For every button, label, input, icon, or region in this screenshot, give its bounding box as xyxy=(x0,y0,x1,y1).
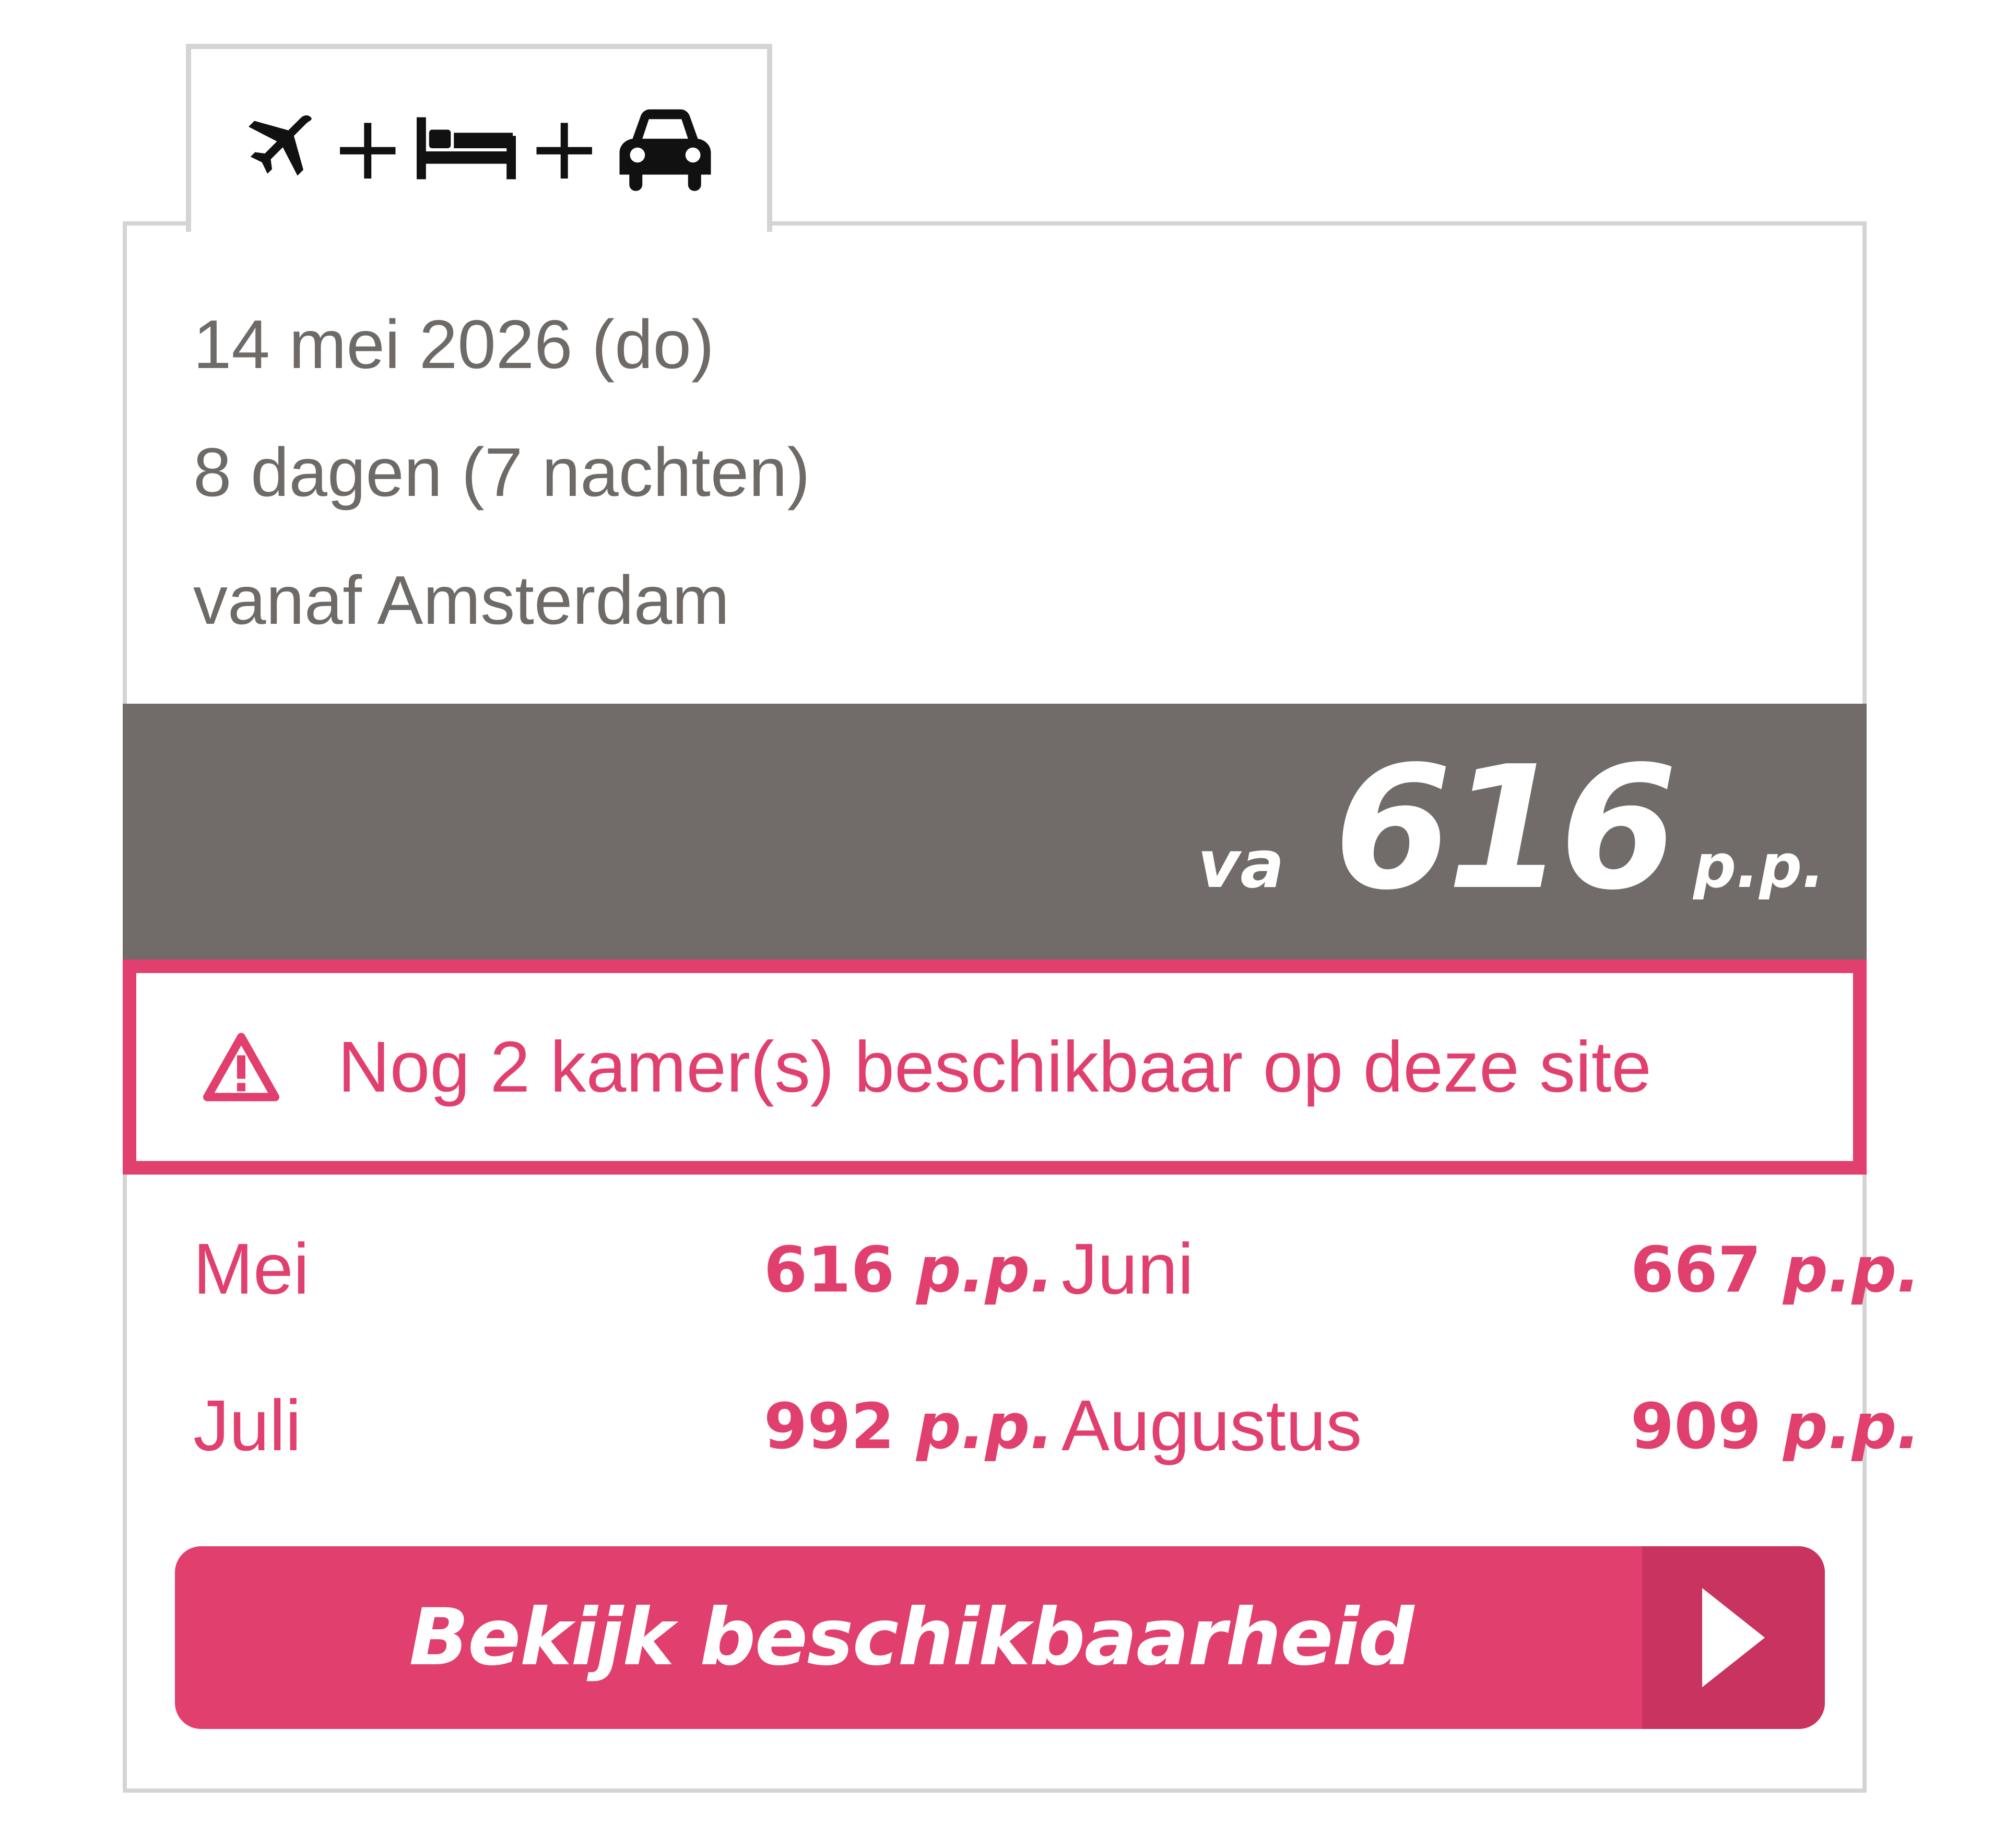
month-price-juli[interactable]: 992 p.p. xyxy=(649,1391,1054,1463)
price-value: 616 xyxy=(763,1234,895,1307)
bed-icon xyxy=(416,117,516,180)
offer-card: 14 mei 2026 (do) 8 dagen (7 nachten) van… xyxy=(123,221,1920,1793)
price: va 616 p.p. xyxy=(1198,729,1825,927)
trip-departure: vanaf Amsterdam xyxy=(193,562,730,638)
check-availability-button[interactable]: Bekijk beschikbaarheid xyxy=(175,1546,1825,1729)
button-arrow-area[interactable] xyxy=(1642,1546,1825,1729)
car-icon xyxy=(613,105,717,192)
price-value: 667 xyxy=(1630,1234,1762,1307)
price-value: 909 xyxy=(1630,1391,1762,1463)
price-bar: va 616 p.p. xyxy=(123,704,1867,959)
trip-info: 14 mei 2026 (do) 8 dagen (7 nachten) van… xyxy=(193,280,810,664)
plus-separator: + xyxy=(527,97,602,200)
month-name-juli[interactable]: Juli xyxy=(193,1384,301,1467)
month-price-juni[interactable]: 667 p.p. xyxy=(1516,1234,1920,1307)
price-suffix: p.p. xyxy=(1783,1391,1920,1463)
month-price-augustus[interactable]: 909 p.p. xyxy=(1516,1391,1920,1463)
price-value: 992 xyxy=(763,1391,895,1463)
alert-text: Nog 2 kamer(s) beschikbaar op deze site xyxy=(338,1026,1652,1107)
month-name-augustus[interactable]: Augustus xyxy=(1062,1384,1362,1467)
plus-separator: + xyxy=(331,97,405,200)
month-name-mei[interactable]: Mei xyxy=(193,1228,309,1311)
plane-icon xyxy=(241,109,319,187)
price-suffix: p.p. xyxy=(916,1391,1054,1463)
package-type-tab[interactable]: + + xyxy=(186,44,772,232)
price-suffix: p.p. xyxy=(1693,832,1825,902)
price-amount: 616 xyxy=(1334,729,1678,927)
availability-alert: Nog 2 kamer(s) beschikbaar op deze site xyxy=(123,959,1867,1175)
button-label: Bekijk beschikbaarheid xyxy=(409,1592,1414,1683)
price-suffix: p.p. xyxy=(1783,1234,1920,1307)
play-arrow-icon xyxy=(1702,1588,1765,1687)
trip-duration: 8 dagen (7 nachten) xyxy=(193,434,810,511)
month-price-mei[interactable]: 616 p.p. xyxy=(649,1234,1054,1307)
package-icons: + + xyxy=(241,104,717,193)
trip-date: 14 mei 2026 (do) xyxy=(193,306,714,383)
price-prefix: va xyxy=(1197,827,1284,903)
price-suffix: p.p. xyxy=(916,1234,1054,1307)
warning-icon xyxy=(203,1033,279,1101)
month-name-juni[interactable]: Juni xyxy=(1062,1228,1194,1311)
